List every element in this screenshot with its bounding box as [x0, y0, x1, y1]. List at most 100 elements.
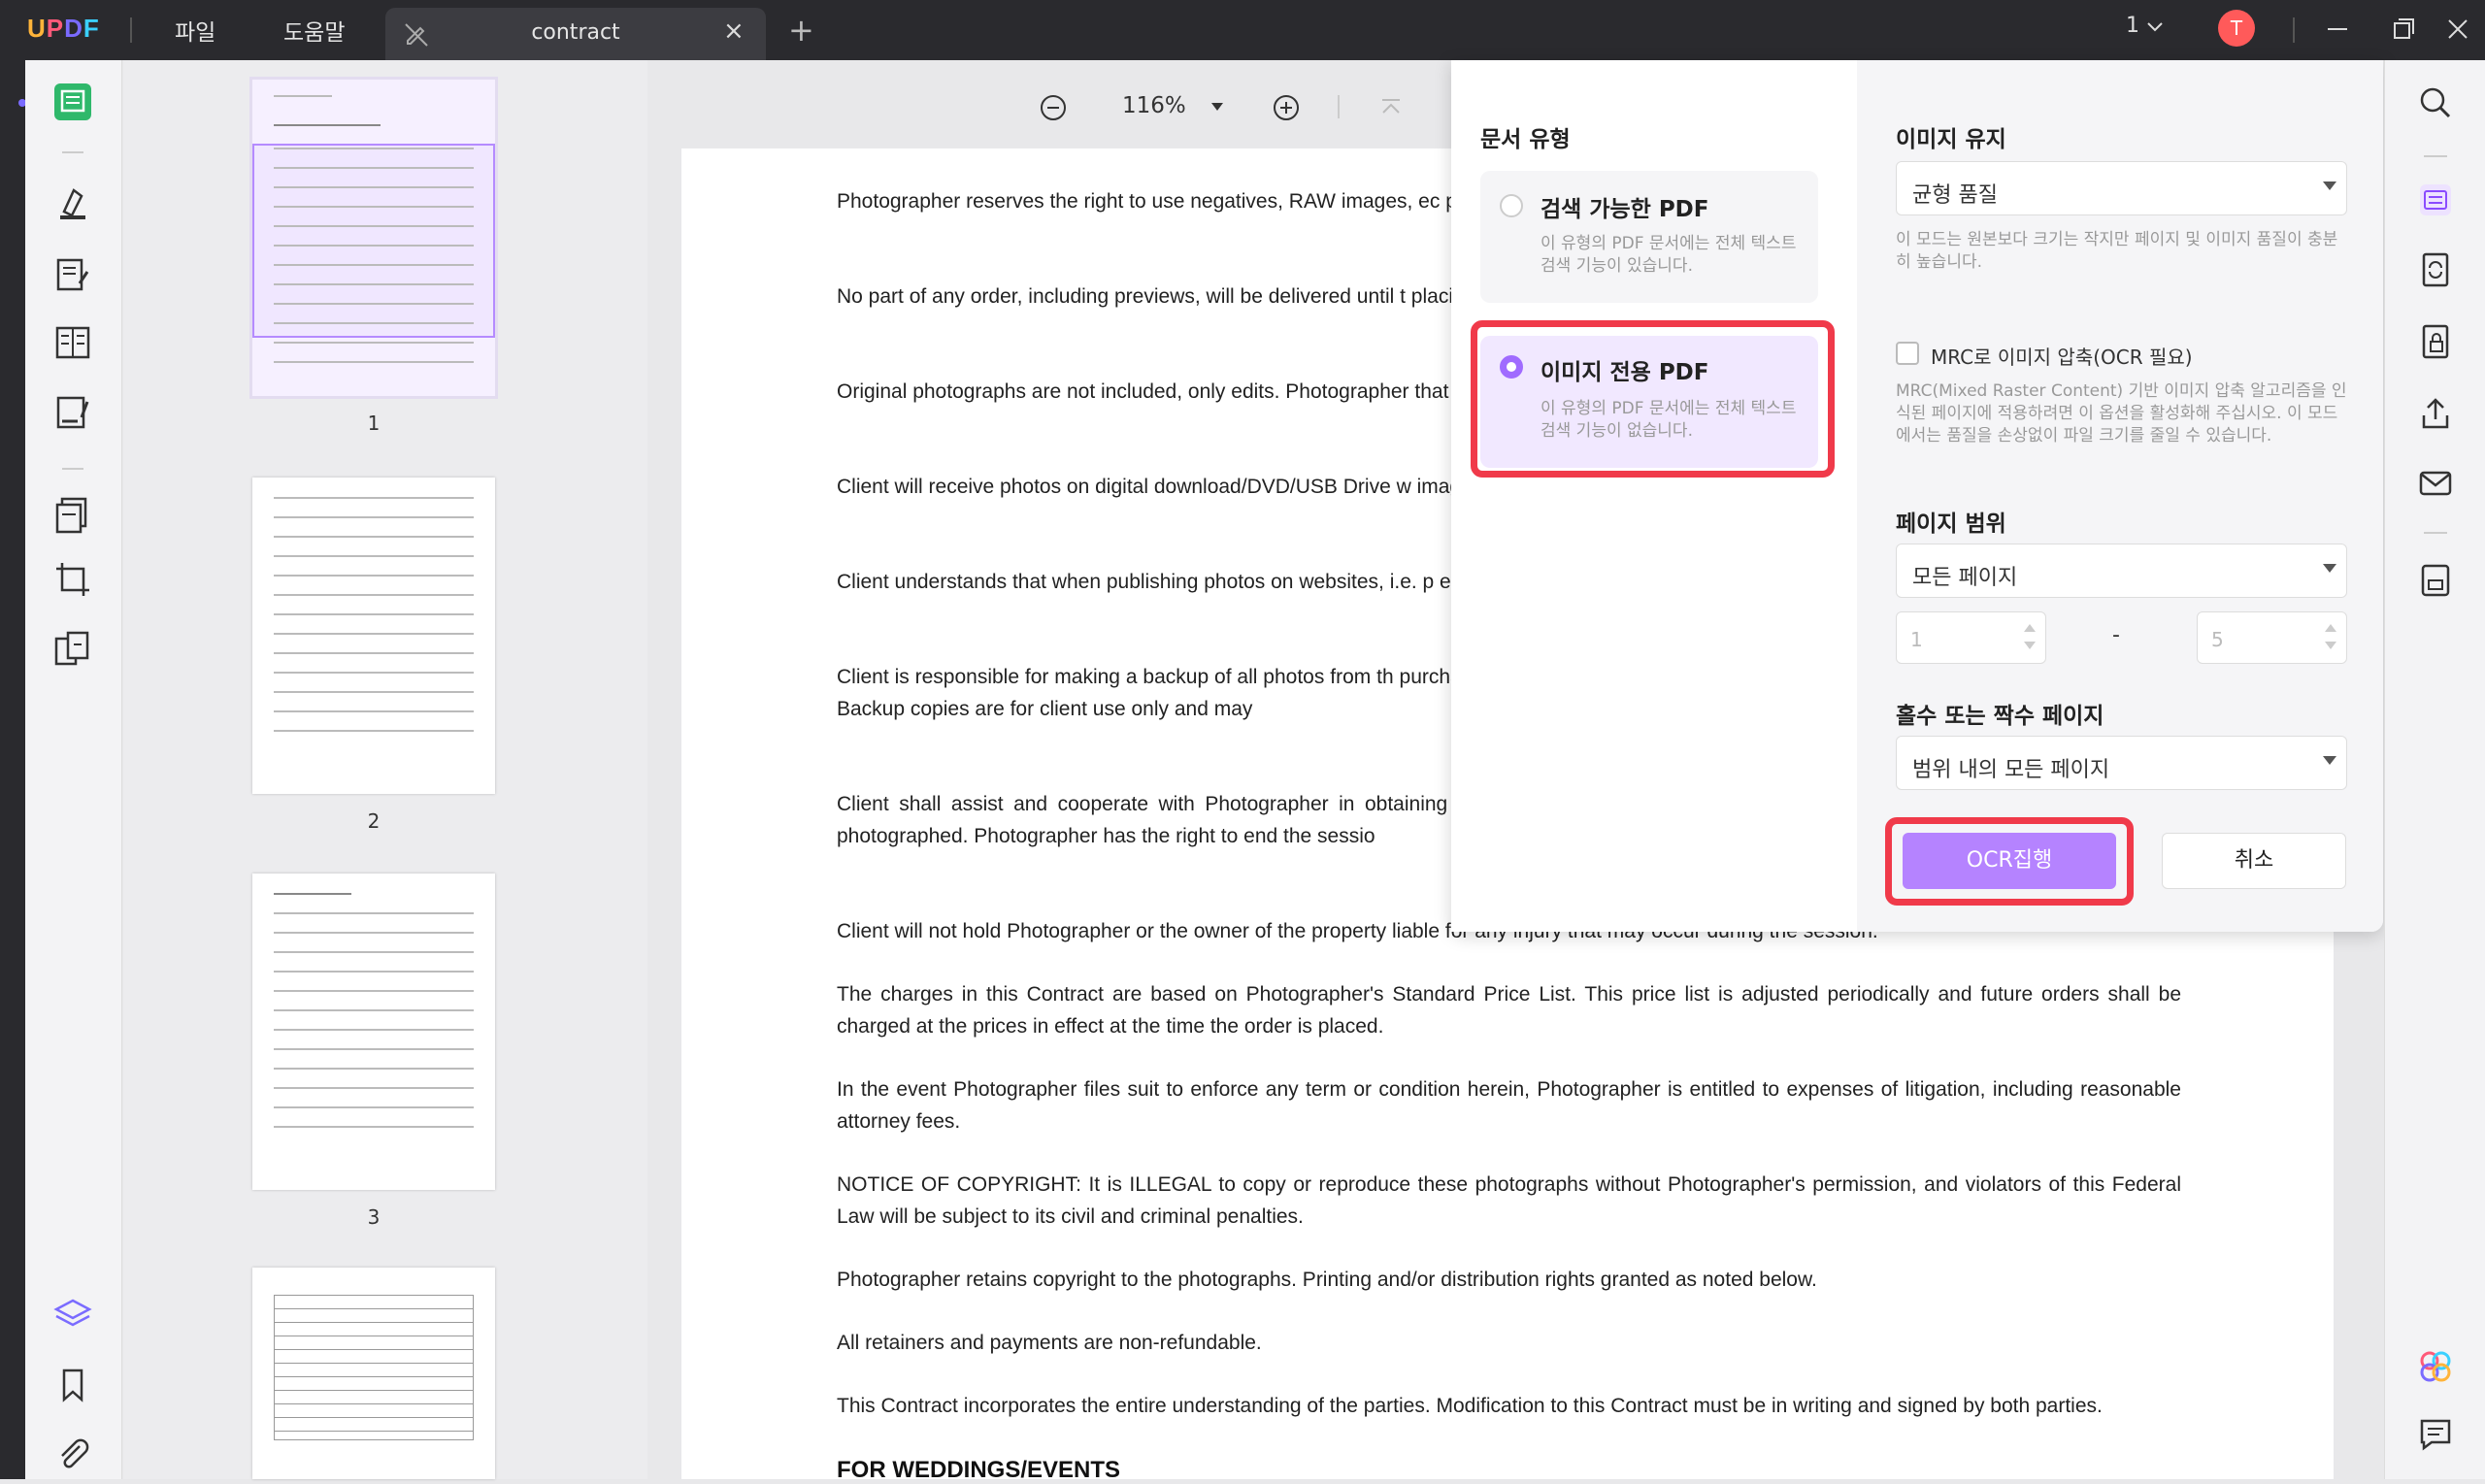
select-value: 균형 품질 [1912, 183, 1998, 208]
document-tab[interactable]: contract × [385, 8, 766, 60]
thumbnail-number: 2 [367, 809, 381, 833]
ocr-icon[interactable] [2416, 181, 2455, 219]
select-value: 모든 페이지 [1912, 566, 2018, 590]
save-icon[interactable] [2416, 561, 2455, 600]
odd-even-select[interactable]: 범위 내의 모든 페이지 [1896, 736, 2347, 790]
thumb-line [274, 95, 332, 97]
tab-title: contract [531, 20, 620, 45]
range-from-input[interactable]: 1 [1896, 611, 2046, 664]
edit-pdf-icon[interactable] [52, 254, 93, 295]
chevron-down-icon [2323, 564, 2336, 573]
thumb-line [274, 342, 474, 344]
thumb-line [274, 555, 474, 557]
spin-down-icon[interactable] [2325, 642, 2336, 649]
thumbnail-viewport[interactable] [252, 144, 495, 338]
toolbar-separator [62, 468, 83, 470]
page-range-select[interactable]: 모든 페이지 [1896, 544, 2347, 598]
left-edge [0, 60, 26, 1479]
new-tab-icon[interactable]: + [788, 12, 814, 49]
toolbar-separator [62, 151, 83, 153]
thumbnail-page-3[interactable] [252, 874, 495, 1190]
avatar[interactable]: T [2218, 10, 2255, 47]
organize-pages-icon[interactable] [52, 495, 93, 536]
share-icon[interactable] [2416, 394, 2455, 433]
chevron-down-icon [2323, 756, 2336, 765]
thumb-line [274, 1048, 474, 1050]
highlight-image-only-option [1471, 320, 1835, 478]
thumb-line [274, 322, 474, 324]
paragraph: NOTICE OF COPYRIGHT: It is ILLEGAL to co… [837, 1173, 2181, 1228]
reader-icon[interactable] [52, 82, 93, 122]
ocr-panel: 문서 유형 검색 가능한 PDF 이 유형의 PDF 문서에는 전체 텍스트 검… [1451, 60, 2383, 932]
spin-up-icon[interactable] [2325, 624, 2336, 632]
thumb-line [274, 575, 474, 577]
title-separator [130, 17, 132, 43]
highlight-run-ocr-button [1885, 817, 2134, 906]
title-separator [2293, 17, 2295, 43]
minimize-icon[interactable] [2318, 10, 2357, 49]
convert-icon[interactable] [2416, 250, 2455, 289]
attachment-icon[interactable] [52, 1435, 93, 1475]
range-to-input[interactable]: 5 [2197, 611, 2347, 664]
sign-icon[interactable] [52, 392, 93, 433]
close-window-icon[interactable] [2438, 10, 2477, 49]
menu-file[interactable]: 파일 [175, 14, 215, 47]
highlighter-icon[interactable] [52, 182, 93, 223]
menu-help[interactable]: 도움말 [283, 14, 345, 47]
updf-logo[interactable]: UPDF [27, 14, 100, 44]
spin-up-icon[interactable] [2024, 624, 2036, 632]
thumb-line [274, 932, 474, 934]
window-count[interactable]: 1 [2126, 14, 2139, 38]
page-range-title: 페이지 범위 [1896, 511, 2006, 537]
paragraph: All retainers and payments are non-refun… [837, 1332, 1262, 1354]
bookmark-icon[interactable] [52, 1365, 93, 1405]
ai-assistant-icon[interactable] [2416, 1347, 2455, 1386]
thumb-line [274, 730, 474, 732]
form-icon[interactable] [52, 322, 93, 363]
zoom-out-icon[interactable] [1039, 93, 1068, 122]
chevron-down-icon[interactable] [2145, 19, 2165, 35]
thumbnail-page-4[interactable] [252, 1268, 495, 1479]
radio-searchable[interactable] [1500, 194, 1523, 217]
search-icon[interactable] [2416, 83, 2455, 122]
thumb-line [274, 691, 474, 693]
image-quality-select[interactable]: 균형 품질 [1896, 161, 2347, 215]
thumb-line [274, 303, 474, 305]
layers-icon[interactable] [52, 1295, 93, 1336]
protect-icon[interactable] [2416, 322, 2455, 361]
option-searchable-pdf[interactable]: 검색 가능한 PDF 이 유형의 PDF 문서에는 전체 텍스트 검색 기능이 … [1480, 171, 1818, 303]
doc-type-title: 문서 유형 [1480, 127, 1571, 152]
email-icon[interactable] [2416, 464, 2455, 503]
mrc-checkbox[interactable] [1896, 342, 1919, 365]
restore-icon[interactable] [2384, 10, 2423, 49]
comment-icon[interactable] [2416, 1415, 2455, 1454]
thumb-line [274, 124, 381, 126]
first-page-icon[interactable] [1378, 95, 1404, 120]
compare-icon[interactable] [52, 629, 93, 670]
close-tab-icon[interactable]: × [723, 16, 745, 46]
paragraph: In the event Photographer files suit to … [837, 1078, 2181, 1133]
zoom-in-icon[interactable] [1272, 93, 1301, 122]
thumb-line [274, 167, 474, 169]
zoom-value[interactable]: 116% [1122, 93, 1186, 118]
thumbnail-page-1[interactable] [249, 77, 498, 399]
thumb-line [274, 148, 474, 149]
mrc-label[interactable]: MRC로 이미지 압축(OCR 필요) [1931, 342, 2193, 370]
spin-down-icon[interactable] [2024, 642, 2036, 649]
thumbnail-panel: 1 2 3 [123, 60, 647, 1479]
thumb-line [274, 1106, 474, 1108]
thumb-line [274, 1087, 474, 1089]
thumb-line [274, 1126, 474, 1128]
cancel-button[interactable]: 취소 [2162, 833, 2346, 889]
thumbnail-page-2[interactable] [252, 478, 495, 794]
zoom-bar: 116% [1029, 87, 1417, 126]
zoom-dropdown-icon[interactable] [1209, 101, 1225, 113]
thumb-line [274, 516, 474, 518]
thumbnail-number: 1 [367, 412, 381, 435]
thumb-line [274, 893, 351, 895]
mrc-desc: MRC(Mixed Raster Content) 기반 이미지 압축 알고리즘… [1896, 381, 2347, 445]
thumb-line [274, 990, 474, 992]
crop-icon[interactable] [52, 559, 93, 600]
ocr-settings-section: 이미지 유지 균형 품질 이 모드는 원본보다 크기는 작지만 페이지 및 이미… [1857, 60, 2383, 932]
image-quality-desc: 이 모드는 원본보다 크기는 작지만 페이지 및 이미지 품질이 충분히 높습니… [1896, 230, 2338, 272]
